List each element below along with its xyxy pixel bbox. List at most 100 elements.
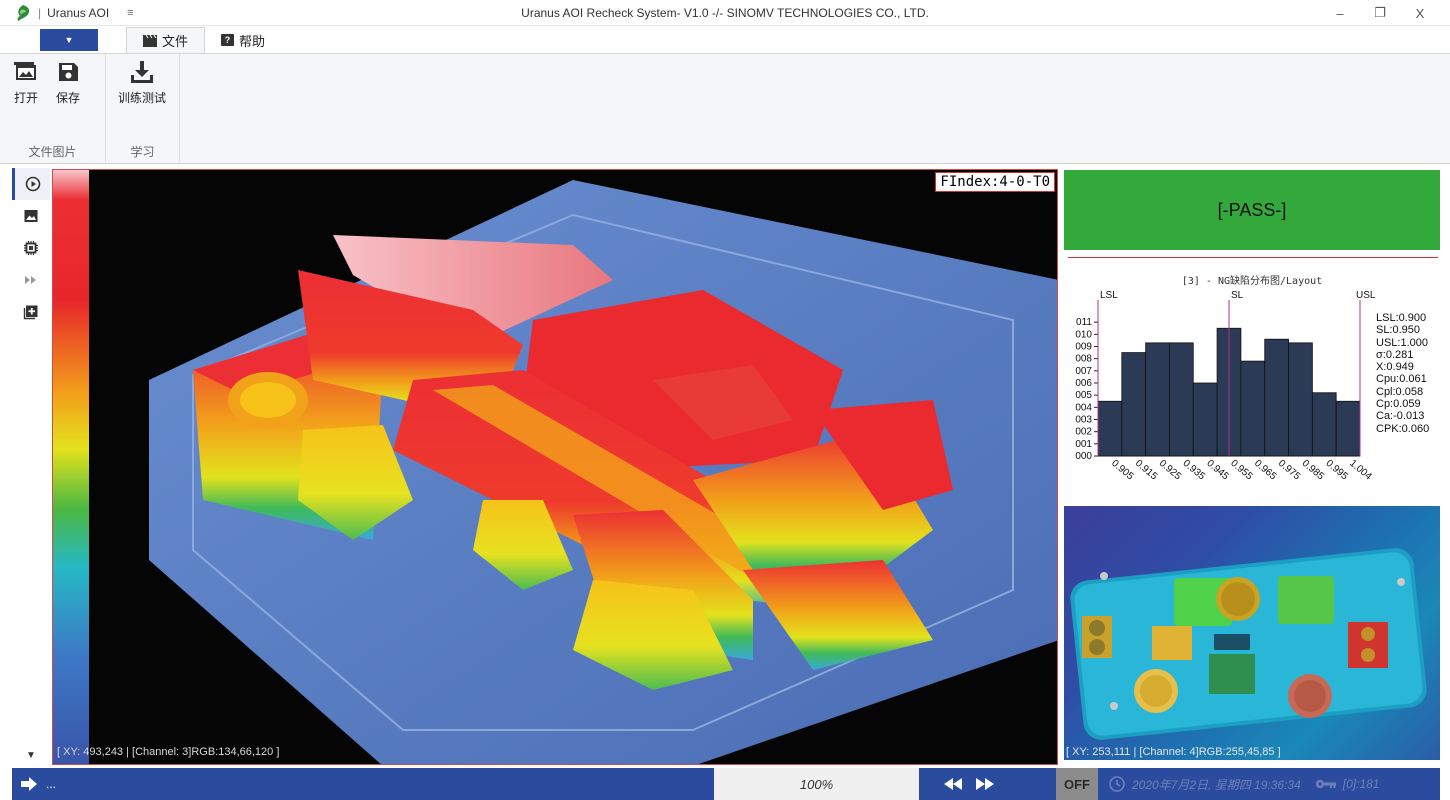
x-tick-label: 0.915 [1133,458,1160,483]
minimize-button[interactable]: – [1320,6,1360,21]
user-id-text: [0]:181 [1342,777,1380,791]
status-user: [0]:181 [1301,768,1380,800]
mode-toggle[interactable]: OFF [1056,768,1098,800]
restore-button[interactable]: ❐ [1360,5,1400,21]
open-button-label: 打开 [13,91,38,105]
ribbon-group-file-image: 打开 保存 文件图片 [0,54,106,164]
stat-line: Cpu:0.061 [1376,373,1427,386]
rail-fast-forward-button[interactable] [12,264,50,296]
x-tick-label: 0.905 [1109,458,1136,483]
app-logo-icon [17,4,30,21]
x-tick-label: 0.985 [1300,458,1327,483]
add-box-icon [23,305,38,320]
x-tick-label: 1.004 [1347,458,1374,483]
title-bar: | Uranus AOI ≡ Uranus AOI Recheck System… [0,0,1450,26]
histogram-bar [1335,400,1361,457]
y-tick-label: 004 [1075,402,1092,413]
chip-icon [24,241,38,255]
train-test-button-label: 训练测试 [117,91,166,105]
x-tick-label: 0.995 [1324,458,1351,483]
histogram-bar [1145,342,1170,457]
rail-chip-button[interactable] [12,232,50,264]
x-tick-label: 0.945 [1204,458,1231,483]
clock-icon [1109,776,1125,792]
arrow-right-icon [21,777,37,791]
limit-line-label: USL [1356,290,1376,301]
stat-line: SL:0.950 [1376,324,1421,337]
rail-play-button[interactable] [12,168,50,200]
rail-image-button[interactable] [12,200,50,232]
height-map-render [149,180,1057,764]
tab-file[interactable]: 文件 [126,27,206,53]
y-tick-label: 001 [1075,439,1092,450]
camera-image-panel[interactable]: [ XY: 253,111 | [Channel: 4]RGB:255,45,8… [1064,506,1440,760]
inspection-result-text: [-PASS-] [1217,199,1287,220]
histogram-bar [1288,342,1313,457]
defect-distribution-chart: [3] - NG缺陷分布图/Layout 000 001 002 003 004 005 0… [1064,260,1440,500]
stat-line: LSL:0.900 [1376,312,1427,324]
save-button-label: 保存 [55,91,80,105]
fast-forward-icon[interactable] [974,777,996,791]
stat-line: CPK:0.060 [1376,422,1430,435]
quick-access-menu-button[interactable]: ≡ [127,7,133,19]
camera-pixel-readout: [ XY: 253,111 | [Channel: 4]RGB:255,45,8… [1066,746,1281,758]
x-tick-label: 0.965 [1252,458,1279,483]
window-controls: – ❐ X [1320,0,1440,26]
x-tick-label: 0.955 [1228,458,1255,483]
histogram-bar [1097,400,1123,457]
height-color-scale [53,170,89,764]
stat-line: Cpl:0.058 [1376,385,1424,398]
tab-file-label: 文件 [162,34,189,49]
rail-scroll-down-button[interactable]: ▼ [12,750,50,761]
title-separator: | [38,5,42,20]
x-tick-label: 0.975 [1276,458,1303,483]
capability-stats: LSL:0.900 SL:0.950 USL:1.000 σ:0.281 X:0.949… [1376,312,1429,435]
chevron-down-icon: ▼ [64,35,74,45]
histogram-bar [1311,392,1337,457]
image-icon [24,210,38,222]
clapper-icon [143,34,157,47]
stat-line: USL:1.000 [1376,336,1428,349]
stat-line: Ca:-0.013 [1376,410,1425,423]
y-tick-label: 006 [1075,378,1092,389]
y-tick-label: 002 [1075,427,1092,438]
app-name: Uranus AOI [47,5,110,20]
close-button[interactable]: X [1400,6,1440,21]
stat-line: σ:0.281 [1376,348,1414,361]
y-tick-label: 009 [1075,342,1092,353]
frame-index-label: FIndex:4-0-T0 [935,172,1055,192]
window-title: Uranus AOI Recheck System- V1.0 -/- SINO… [521,5,929,20]
datetime-text: 2020年7月2日, 星期四 19:36:34 [1132,777,1301,792]
histogram-bar [1121,352,1147,457]
stat-line: X:0.949 [1376,361,1414,374]
histogram-bar [1169,342,1194,457]
result-divider [1068,257,1438,258]
rail-add-button[interactable] [12,296,50,328]
height-map-viewer[interactable]: FIndex:4-0-T0 [ XY: 493,243 | [Channel: … [52,169,1058,765]
open-image-icon [14,62,36,80]
help-icon: ? [221,34,235,46]
zoom-level[interactable]: 100% [714,768,919,800]
status-datetime: 2020年7月2日, 星期四 19:36:34 [1098,768,1301,800]
limit-line-label: LSL [1100,290,1118,301]
status-run-button[interactable] [12,768,46,800]
x-tick-label: 0.925 [1157,458,1184,483]
y-tick-label: 011 [1076,317,1092,328]
left-tool-rail: ▼ [12,168,50,765]
ribbon-group-label-file-image: 文件图片 [28,145,77,159]
histogram-bar [1240,360,1266,457]
y-tick-label: 003 [1075,415,1092,426]
y-tick-label: 005 [1075,390,1092,401]
viewer-pixel-readout: [ XY: 493,243 | [Channel: 3]RGB:134,66,1… [57,746,280,758]
app-menu-button[interactable]: ▼ [40,29,98,51]
ribbon-group-label-learn: 学习 [130,145,155,159]
histogram-bar [1264,338,1289,457]
inspection-result-panel: [-PASS-] [1064,170,1440,250]
histogram-bar [1192,382,1218,457]
tab-help[interactable]: ? 帮助 [205,27,281,53]
play-circle-icon [25,176,40,192]
rewind-icon[interactable] [942,777,964,791]
stat-line: Cp:0.059 [1376,398,1421,411]
y-tick-label: 000 [1075,451,1092,462]
y-tick-label: 008 [1075,354,1092,365]
